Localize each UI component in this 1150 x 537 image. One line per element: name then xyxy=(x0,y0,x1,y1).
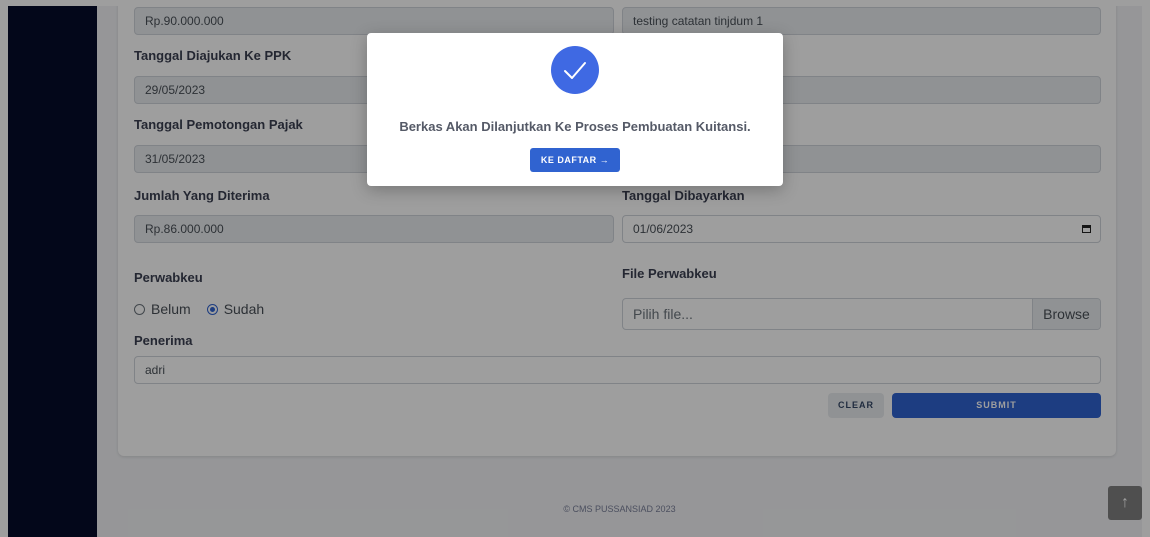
success-modal: Berkas Akan Dilanjutkan Ke Proses Pembua… xyxy=(367,33,783,186)
modal-message: Berkas Akan Dilanjutkan Ke Proses Pembua… xyxy=(399,119,751,134)
ke-daftar-button[interactable]: KE DAFTAR → xyxy=(530,148,620,172)
check-icon xyxy=(551,46,599,94)
